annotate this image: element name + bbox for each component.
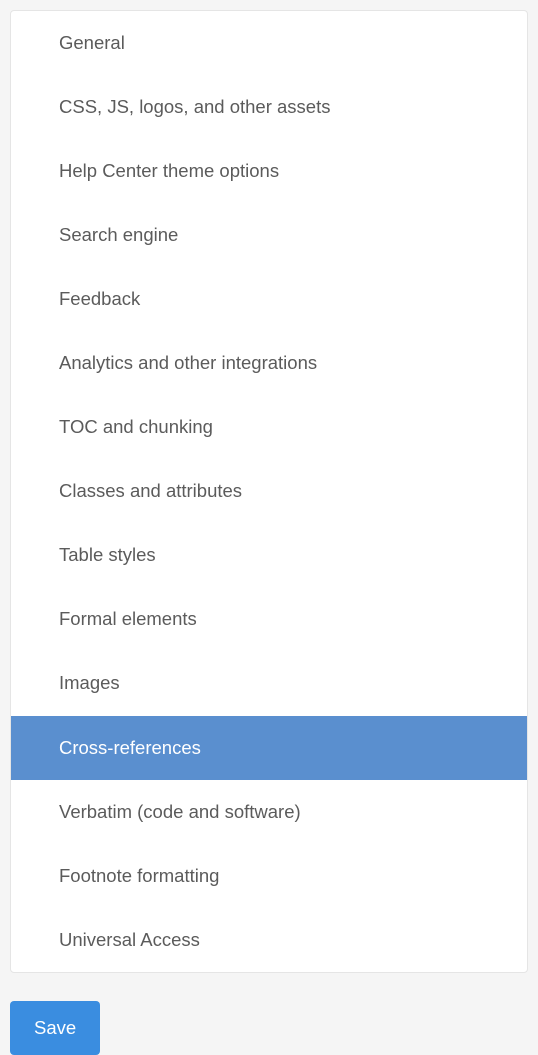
nav-item-general[interactable]: General [11,11,527,75]
nav-item-search-engine[interactable]: Search engine [11,203,527,267]
nav-item-toc-chunking[interactable]: TOC and chunking [11,395,527,459]
nav-item-footnote-formatting[interactable]: Footnote formatting [11,844,527,908]
nav-item-help-center-theme[interactable]: Help Center theme options [11,139,527,203]
nav-item-analytics-integrations[interactable]: Analytics and other integrations [11,331,527,395]
nav-item-images[interactable]: Images [11,651,527,715]
settings-nav-panel: General CSS, JS, logos, and other assets… [10,10,528,973]
save-button[interactable]: Save [10,1001,100,1055]
nav-item-feedback[interactable]: Feedback [11,267,527,331]
nav-item-classes-attributes[interactable]: Classes and attributes [11,459,527,523]
nav-item-formal-elements[interactable]: Formal elements [11,587,527,651]
nav-item-universal-access[interactable]: Universal Access [11,908,527,972]
nav-item-table-styles[interactable]: Table styles [11,523,527,587]
nav-item-verbatim[interactable]: Verbatim (code and software) [11,780,527,844]
nav-item-css-js-assets[interactable]: CSS, JS, logos, and other assets [11,75,527,139]
nav-item-cross-references[interactable]: Cross-references [11,716,527,780]
